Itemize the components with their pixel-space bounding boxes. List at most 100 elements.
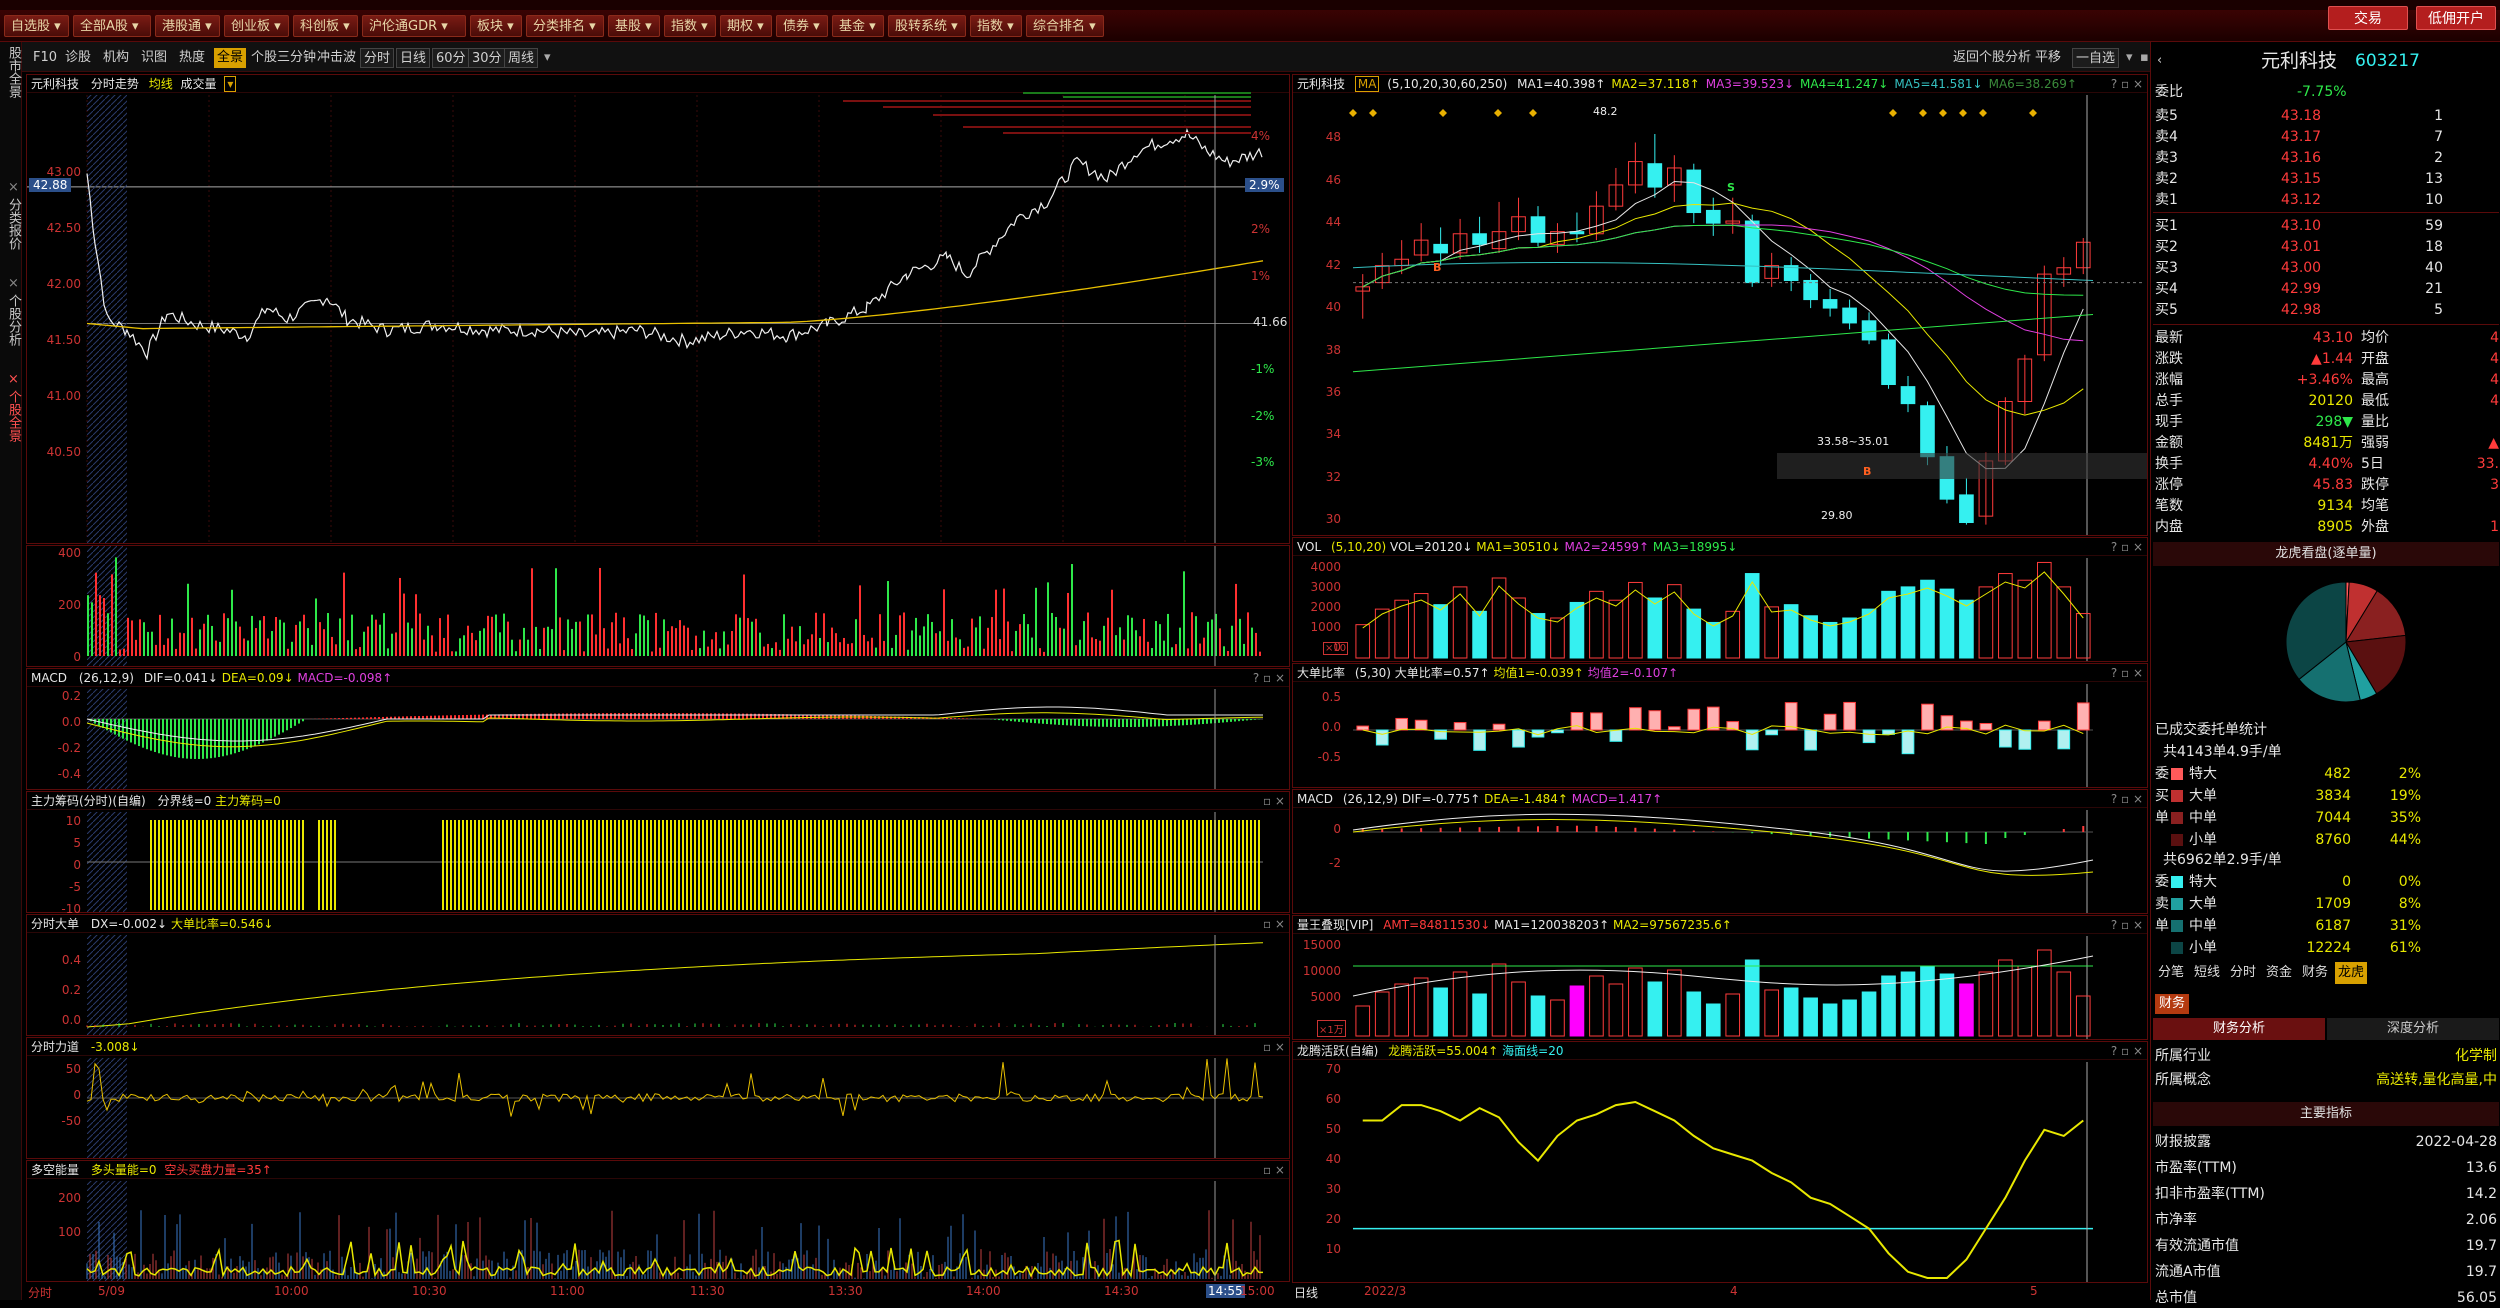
menu-item-12[interactable]: 基金 ▾ <box>832 15 884 37</box>
pan-button[interactable]: 平移 <box>2032 48 2064 68</box>
intraday-macd-panel[interactable]: MACD (26,12,9) DIF=0.041↓ DEA=0.09↓ MACD… <box>26 668 1290 790</box>
order-book-row: 卖4 43.17 7 <box>2151 127 2500 147</box>
daily-date-axis: 日线 2022/3 4 5 <box>1292 1283 2148 1300</box>
watchlist-select[interactable]: 一自选 <box>2072 48 2120 68</box>
intraday-chip-chart <box>87 812 1263 912</box>
diagnose-button[interactable]: 诊股 <box>62 48 94 68</box>
legend-swatch <box>2171 812 2183 824</box>
book-price: 43.10 <box>2281 218 2322 234</box>
quote-tab-4[interactable]: 财务 <box>2299 962 2331 984</box>
menu-item-8[interactable]: 基股 ▾ <box>608 15 660 37</box>
pct-axis-label: 1% <box>1251 268 1271 283</box>
order-book-row: 买2 43.01 18 <box>2151 237 2500 257</box>
side-tab-quote[interactable]: 分类报价 <box>1 198 21 250</box>
indicator-value: 14.2 <box>2465 1186 2497 1202</box>
stat-label: 换手 <box>2155 456 2183 472</box>
intraday-price-panel[interactable]: 元利科技 分时走势 均线 成交量 ▾ 43.00 42.50 42.00 41.50 4… <box>26 74 1290 544</box>
menu-item-7[interactable]: 分类排名 ▾ <box>526 15 604 37</box>
quote-tab-0[interactable]: 分笔 <box>2155 962 2187 984</box>
menu-item-9[interactable]: 指数 ▾ <box>664 15 716 37</box>
kline-axis-label: 44 <box>1325 215 1341 230</box>
menu-item-4[interactable]: 科创板 ▾ <box>293 15 358 37</box>
menu-item-2[interactable]: 港股通 ▾ <box>155 15 220 37</box>
period-day[interactable]: 日线 <box>396 48 431 68</box>
fin-tab-analysis[interactable]: 财务分析 <box>2153 1018 2325 1040</box>
book-volume: 18 <box>2425 239 2443 255</box>
intraday-volume-chart <box>87 546 1261 666</box>
back-arrow-icon[interactable]: ‹ <box>2157 53 2162 69</box>
book-price: 42.98 <box>2281 302 2322 318</box>
daily-bigorder-chart-axis-label: 0.5 <box>1321 690 1341 704</box>
back-analysis-button[interactable]: 返回个股分析 <box>1950 48 2034 68</box>
daily-kline-panel[interactable]: 元利科技 MA (5,10,20,30,60,250) MA1=40.398↑ M… <box>1292 74 2148 536</box>
finance-tab[interactable]: 财务 <box>2155 994 2190 1014</box>
stat-row: 涨幅 +3.46% 最高 4 <box>2151 370 2500 390</box>
three-min-button[interactable]: 个股三分钟 <box>248 48 319 68</box>
period-minute[interactable]: 分时 <box>360 48 395 68</box>
daily-active-panel[interactable]: 龙腾活跃(自编) 龙腾活跃=55.004↑ 海面线=20 ? ▫ × 70 60 5… <box>1292 1041 2148 1283</box>
trade-button[interactable]: 交易 <box>2328 6 2408 30</box>
daily-macd-panel[interactable]: MACD (26,12,9) DIF=-0.775↑ DEA=-1.484↑ M… <box>1292 789 2148 914</box>
menu-item-0[interactable]: 自选股 ▾ <box>4 15 69 37</box>
quote-tabs: 分笔 短线 分时 资金 财务 龙虎 <box>2151 962 2500 984</box>
daily-bigorder-panel[interactable]: 大单比率 (5,30) 大单比率=0.57↑ 均值1=-0.039↑ 均值2=-… <box>1292 663 2148 788</box>
menu-item-14[interactable]: 指数 ▾ <box>970 15 1022 37</box>
daily-volume-panel[interactable]: VOL (5,10,20) VOL=20120↓ MA1=30510↓ MA2=… <box>1292 537 2148 662</box>
institution-button[interactable]: 机构 <box>100 48 132 68</box>
book-level: 买1 <box>2155 218 2178 234</box>
fin-tab-deep[interactable]: 深度分析 <box>2327 1018 2499 1040</box>
menu-item-10[interactable]: 期权 ▾ <box>720 15 772 37</box>
daily-active-chart <box>1353 1062 2093 1282</box>
period-30[interactable]: 30分 <box>468 48 506 68</box>
impact-button[interactable]: 冲击波 <box>314 48 359 68</box>
quote-tab-3[interactable]: 资金 <box>2263 962 2295 984</box>
quote-tab-1[interactable]: 短线 <box>2191 962 2223 984</box>
intraday-bigorder-panel[interactable]: 分时大单 DX=-0.002↓ 大单比率=0.546↓ ▫ × 0.4 0.2 0.… <box>26 914 1290 1036</box>
stat-label: 总手 <box>2155 393 2183 409</box>
daily-amount-panel[interactable]: 量王叠现[VIP] AMT=84811530↓ MA1=120038203↑ M… <box>1292 915 2148 1040</box>
order-count: 3834 <box>2315 788 2351 804</box>
side-tab-market[interactable]: 股市全景 <box>1 46 21 98</box>
menu-item-3[interactable]: 创业板 ▾ <box>224 15 289 37</box>
indicator-value: 19.7 <box>2465 1238 2497 1254</box>
menu-item-5[interactable]: 沪伦通GDR ▾ <box>362 15 466 37</box>
side-tab-panorama[interactable]: 个股全景 <box>1 390 21 442</box>
side-tab-analysis[interactable]: 个股分析 <box>1 294 21 346</box>
menu-item-11[interactable]: 债券 ▾ <box>776 15 828 37</box>
energy-axis-label: 100 <box>58 1225 81 1239</box>
close-icon[interactable]: × <box>1 372 21 387</box>
heat-button[interactable]: 热度 <box>176 48 208 68</box>
force-axis-label: -50 <box>61 1114 81 1128</box>
chevron-down-icon[interactable]: ▾ <box>2126 50 2133 66</box>
price-axis-label: 42.50 <box>46 221 81 236</box>
pattern-button[interactable]: 识图 <box>138 48 170 68</box>
order-row: 小单 8760 44% <box>2151 830 2500 850</box>
intraday-energy-panel[interactable]: 多空能量 多头量能=0 空头买盘力量=35↑ ▫ × 200 100 <box>26 1160 1290 1282</box>
intraday-chip-panel[interactable]: 主力筹码(分时)(自编) 分界线=0 主力筹码=0 ▫ × 10 5 0 -5 -10 <box>26 791 1290 916</box>
menu-item-15[interactable]: 综合排名 ▾ <box>1026 15 1104 37</box>
period-week[interactable]: 周线 <box>504 48 539 68</box>
open-account-button[interactable]: 低佣开户 <box>2416 6 2496 30</box>
quote-tab-2[interactable]: 分时 <box>2227 962 2259 984</box>
chevron-down-icon[interactable]: ▾ <box>544 50 551 66</box>
book-volume: 5 <box>2434 302 2443 318</box>
pct-axis-label: 2% <box>1251 222 1271 237</box>
chip-axis-label: 10 <box>65 814 81 828</box>
stat-label: 外盘 <box>2361 519 2389 535</box>
intraday-volume-panel[interactable]: 400 200 0 <box>26 545 1290 667</box>
intraday-force-panel[interactable]: 分时力道 -3.008↓ ▫ × 50 0 -50 <box>26 1037 1290 1159</box>
menu-item-13[interactable]: 股转系统 ▾ <box>888 15 966 37</box>
maximize-icon[interactable]: ▪ <box>2140 50 2149 66</box>
period-60[interactable]: 60分 <box>432 48 470 68</box>
menu-item-1[interactable]: 全部A股 ▾ <box>73 15 151 37</box>
f10-button[interactable]: F10 <box>30 48 60 68</box>
menu-item-6[interactable]: 板块 ▾ <box>470 15 522 37</box>
stat-label: 均价 <box>2361 330 2389 346</box>
quote-header: ‹ 元利科技 603217 <box>2151 48 2500 74</box>
date-label: 5 <box>2030 1284 2038 1298</box>
panorama-button[interactable]: 全景 <box>214 48 247 68</box>
quote-tab-5[interactable]: 龙虎 <box>2335 962 2368 984</box>
kline-axis-label: 36 <box>1325 385 1341 399</box>
close-icon[interactable]: × <box>1 276 21 291</box>
close-icon[interactable]: × <box>1 180 21 195</box>
